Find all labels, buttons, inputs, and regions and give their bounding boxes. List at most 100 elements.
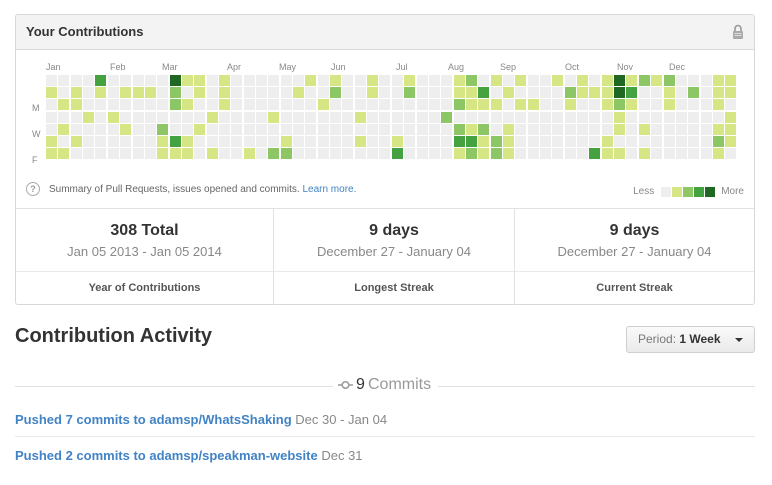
calendar-day[interactable] — [589, 99, 601, 111]
calendar-day[interactable] — [675, 75, 687, 86]
calendar-day[interactable] — [305, 99, 317, 111]
calendar-day[interactable] — [478, 123, 490, 135]
calendar-day[interactable] — [305, 123, 317, 135]
calendar-day[interactable] — [540, 99, 551, 111]
calendar-day[interactable] — [441, 136, 453, 147]
calendar-day[interactable] — [367, 87, 379, 99]
calendar-day[interactable] — [515, 87, 527, 99]
calendar-day[interactable] — [564, 111, 576, 123]
calendar-day[interactable] — [367, 123, 379, 135]
calendar-day[interactable] — [453, 148, 465, 160]
calendar-day[interactable] — [206, 99, 218, 111]
calendar-day[interactable] — [58, 111, 70, 123]
calendar-day[interactable] — [181, 136, 193, 147]
calendar-day[interactable] — [428, 111, 440, 123]
calendar-day[interactable] — [651, 99, 663, 111]
calendar-day[interactable] — [614, 111, 626, 123]
calendar-day[interactable] — [502, 148, 514, 160]
calendar-day[interactable] — [206, 87, 218, 99]
calendar-day[interactable] — [638, 99, 650, 111]
calendar-day[interactable] — [552, 99, 564, 111]
calendar-day[interactable] — [614, 148, 626, 160]
calendar-day[interactable] — [391, 75, 403, 86]
calendar-day[interactable] — [638, 87, 650, 99]
calendar-day[interactable] — [58, 148, 70, 160]
calendar-day[interactable] — [231, 123, 243, 135]
calendar-day[interactable] — [515, 99, 527, 111]
calendar-day[interactable] — [305, 136, 317, 147]
calendar-day[interactable] — [540, 123, 551, 135]
calendar-day[interactable] — [712, 123, 724, 135]
calendar-day[interactable] — [428, 99, 440, 111]
calendar-day[interactable] — [95, 111, 107, 123]
calendar-day[interactable] — [428, 123, 440, 135]
calendar-day[interactable] — [293, 148, 304, 160]
calendar-day[interactable] — [354, 75, 366, 86]
calendar-day[interactable] — [416, 123, 428, 135]
calendar-day[interactable] — [268, 123, 280, 135]
calendar-day[interactable] — [70, 136, 82, 147]
calendar-day[interactable] — [502, 136, 514, 147]
calendar-day[interactable] — [317, 87, 329, 99]
calendar-day[interactable] — [404, 75, 416, 86]
calendar-day[interactable] — [651, 148, 663, 160]
calendar-day[interactable] — [243, 123, 255, 135]
calendar-day[interactable] — [675, 136, 687, 147]
calendar-day[interactable] — [95, 87, 107, 99]
calendar-day[interactable] — [552, 75, 564, 86]
calendar-day[interactable] — [465, 99, 477, 111]
calendar-day[interactable] — [107, 75, 119, 86]
calendar-day[interactable] — [194, 87, 206, 99]
calendar-day[interactable] — [280, 87, 292, 99]
calendar-day[interactable] — [157, 148, 169, 160]
calendar-day[interactable] — [688, 75, 700, 86]
calendar-day[interactable] — [354, 99, 366, 111]
calendar-day[interactable] — [688, 148, 700, 160]
calendar-day[interactable] — [268, 87, 280, 99]
calendar-day[interactable] — [712, 99, 724, 111]
calendar-day[interactable] — [428, 136, 440, 147]
calendar-day[interactable] — [46, 148, 57, 160]
calendar-day[interactable] — [675, 99, 687, 111]
calendar-day[interactable] — [502, 123, 514, 135]
calendar-day[interactable] — [490, 87, 502, 99]
calendar-day[interactable] — [379, 75, 391, 86]
calendar-day[interactable] — [218, 75, 230, 86]
calendar-day[interactable] — [688, 87, 700, 99]
calendar-day[interactable] — [194, 148, 206, 160]
calendar-day[interactable] — [342, 111, 354, 123]
calendar-day[interactable] — [317, 99, 329, 111]
calendar-day[interactable] — [280, 136, 292, 147]
calendar-day[interactable] — [120, 75, 132, 86]
calendar-day[interactable] — [441, 99, 453, 111]
calendar-day[interactable] — [58, 136, 70, 147]
calendar-day[interactable] — [120, 148, 132, 160]
calendar-day[interactable] — [107, 99, 119, 111]
calendar-day[interactable] — [268, 111, 280, 123]
calendar-day[interactable] — [663, 99, 675, 111]
calendar-day[interactable] — [404, 136, 416, 147]
calendar-day[interactable] — [589, 75, 601, 86]
calendar-day[interactable] — [181, 99, 193, 111]
calendar-day[interactable] — [157, 111, 169, 123]
calendar-day[interactable] — [404, 111, 416, 123]
calendar-day[interactable] — [626, 136, 638, 147]
calendar-day[interactable] — [293, 123, 304, 135]
calendar-day[interactable] — [465, 123, 477, 135]
calendar-day[interactable] — [490, 148, 502, 160]
calendar-day[interactable] — [478, 75, 490, 86]
calendar-day[interactable] — [540, 75, 551, 86]
calendar-day[interactable] — [330, 75, 342, 86]
calendar-day[interactable] — [441, 111, 453, 123]
calendar-day[interactable] — [589, 148, 601, 160]
calendar-day[interactable] — [120, 111, 132, 123]
calendar-day[interactable] — [379, 111, 391, 123]
calendar-day[interactable] — [502, 75, 514, 86]
calendar-day[interactable] — [577, 136, 588, 147]
calendar-day[interactable] — [453, 75, 465, 86]
calendar-day[interactable] — [416, 111, 428, 123]
calendar-day[interactable] — [478, 87, 490, 99]
calendar-day[interactable] — [194, 136, 206, 147]
calendar-day[interactable] — [317, 136, 329, 147]
calendar-day[interactable] — [700, 75, 712, 86]
